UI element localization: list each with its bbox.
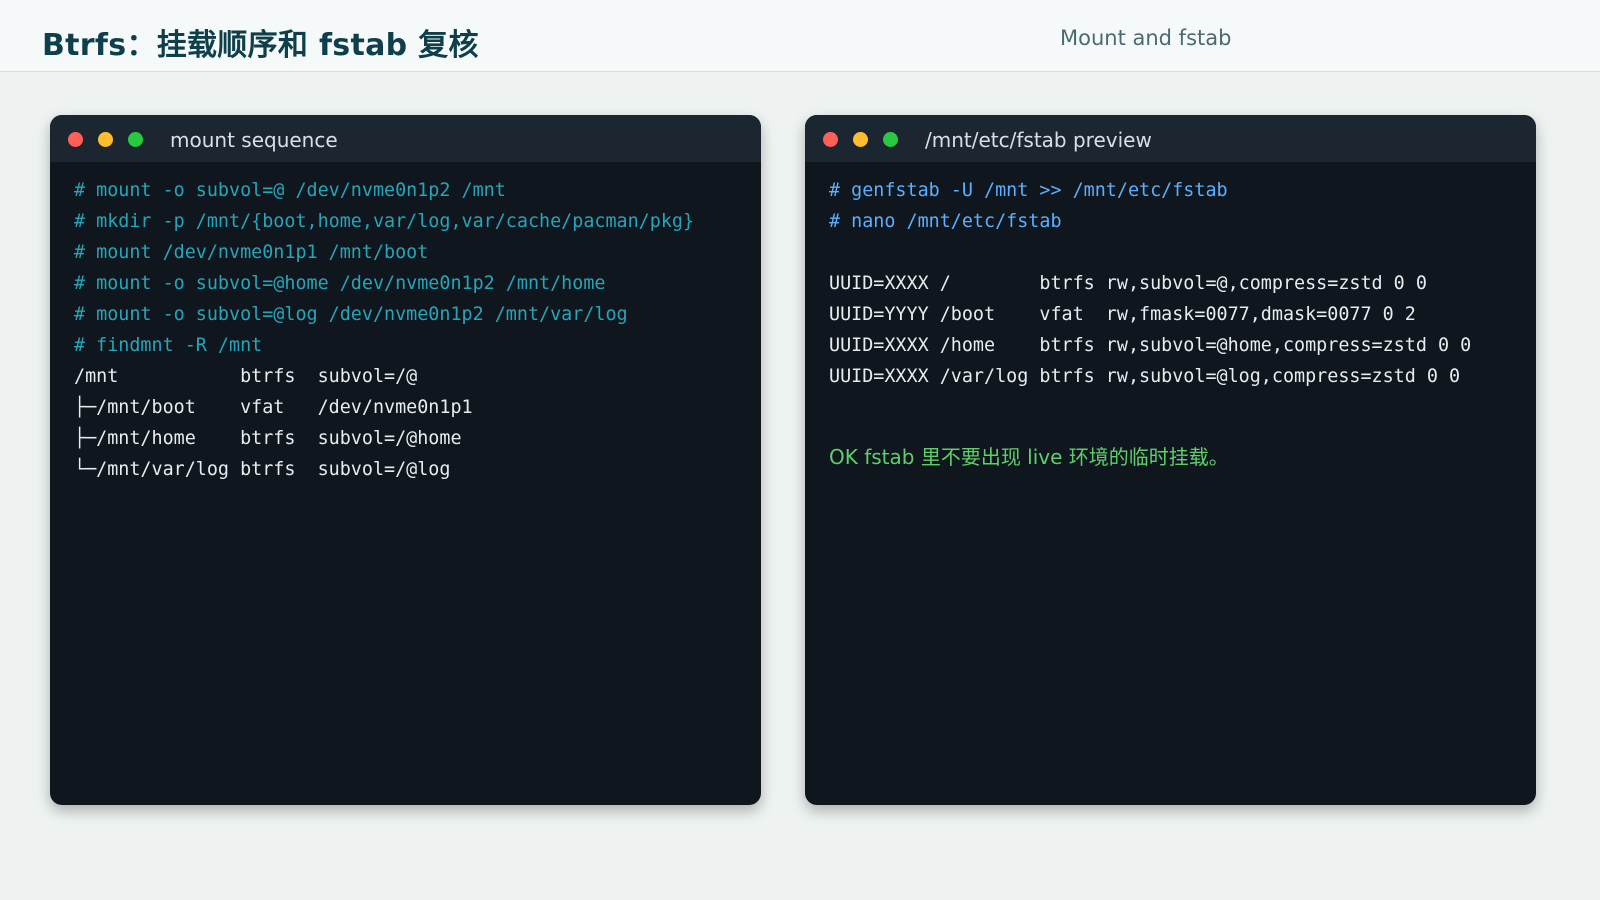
maximize-window-dot-icon[interactable]	[883, 132, 898, 147]
output-line: ├─/mnt/boot vfat /dev/nvme0n1p1	[74, 397, 473, 418]
maximize-window-dot-icon[interactable]	[128, 132, 143, 147]
output-line: └─/mnt/var/log btrfs subvol=/@log	[74, 459, 451, 480]
header-bar: Btrfs：挂载顺序和 fstab 复核 Mount and fstab	[0, 0, 1600, 72]
command-line: # findmnt -R /mnt	[74, 335, 263, 356]
minimize-window-dot-icon[interactable]	[98, 132, 113, 147]
command-line: # mount /dev/nvme0n1p1 /mnt/boot	[74, 242, 429, 263]
terminal-fstab-preview: /mnt/etc/fstab preview # genfstab -U /mn…	[805, 115, 1536, 805]
terminal-title: mount sequence	[170, 128, 338, 152]
fstab-line: UUID=YYYY /boot vfat rw,fmask=0077,dmask…	[829, 304, 1416, 325]
page-title: Btrfs：挂载顺序和 fstab 复核	[42, 28, 479, 63]
minimize-window-dot-icon[interactable]	[853, 132, 868, 147]
command-line: # genfstab -U /mnt >> /mnt/etc/fstab	[829, 180, 1228, 201]
command-line: # mkdir -p /mnt/{boot,home,var/log,var/c…	[74, 211, 695, 232]
ok-note: OK fstab 里不要出现 live 环境的临时挂载。	[829, 445, 1229, 469]
fstab-line: UUID=XXXX /home btrfs rw,subvol=@home,co…	[829, 335, 1472, 356]
close-window-dot-icon[interactable]	[68, 132, 83, 147]
command-line: # mount -o subvol=@home /dev/nvme0n1p2 /…	[74, 273, 606, 294]
command-line: # mount -o subvol=@log /dev/nvme0n1p2 /m…	[74, 304, 628, 325]
command-line: # nano /mnt/etc/fstab	[829, 211, 1062, 232]
terminal-titlebar: mount sequence	[50, 115, 761, 162]
terminal-body: # genfstab -U /mnt >> /mnt/etc/fstab # n…	[805, 162, 1536, 470]
fstab-line: UUID=XXXX / btrfs rw,subvol=@,compress=z…	[829, 273, 1427, 294]
terminal-mount-sequence: mount sequence # mount -o subvol=@ /dev/…	[50, 115, 761, 805]
terminal-body: # mount -o subvol=@ /dev/nvme0n1p2 /mnt …	[50, 162, 761, 485]
terminal-titlebar: /mnt/etc/fstab preview	[805, 115, 1536, 162]
close-window-dot-icon[interactable]	[823, 132, 838, 147]
output-line: /mnt btrfs subvol=/@	[74, 366, 418, 387]
fstab-line: UUID=XXXX /var/log btrfs rw,subvol=@log,…	[829, 366, 1461, 387]
command-line: # mount -o subvol=@ /dev/nvme0n1p2 /mnt	[74, 180, 506, 201]
terminal-title: /mnt/etc/fstab preview	[925, 128, 1152, 152]
page-subtitle: Mount and fstab	[1060, 26, 1232, 50]
output-line: ├─/mnt/home btrfs subvol=/@home	[74, 428, 462, 449]
